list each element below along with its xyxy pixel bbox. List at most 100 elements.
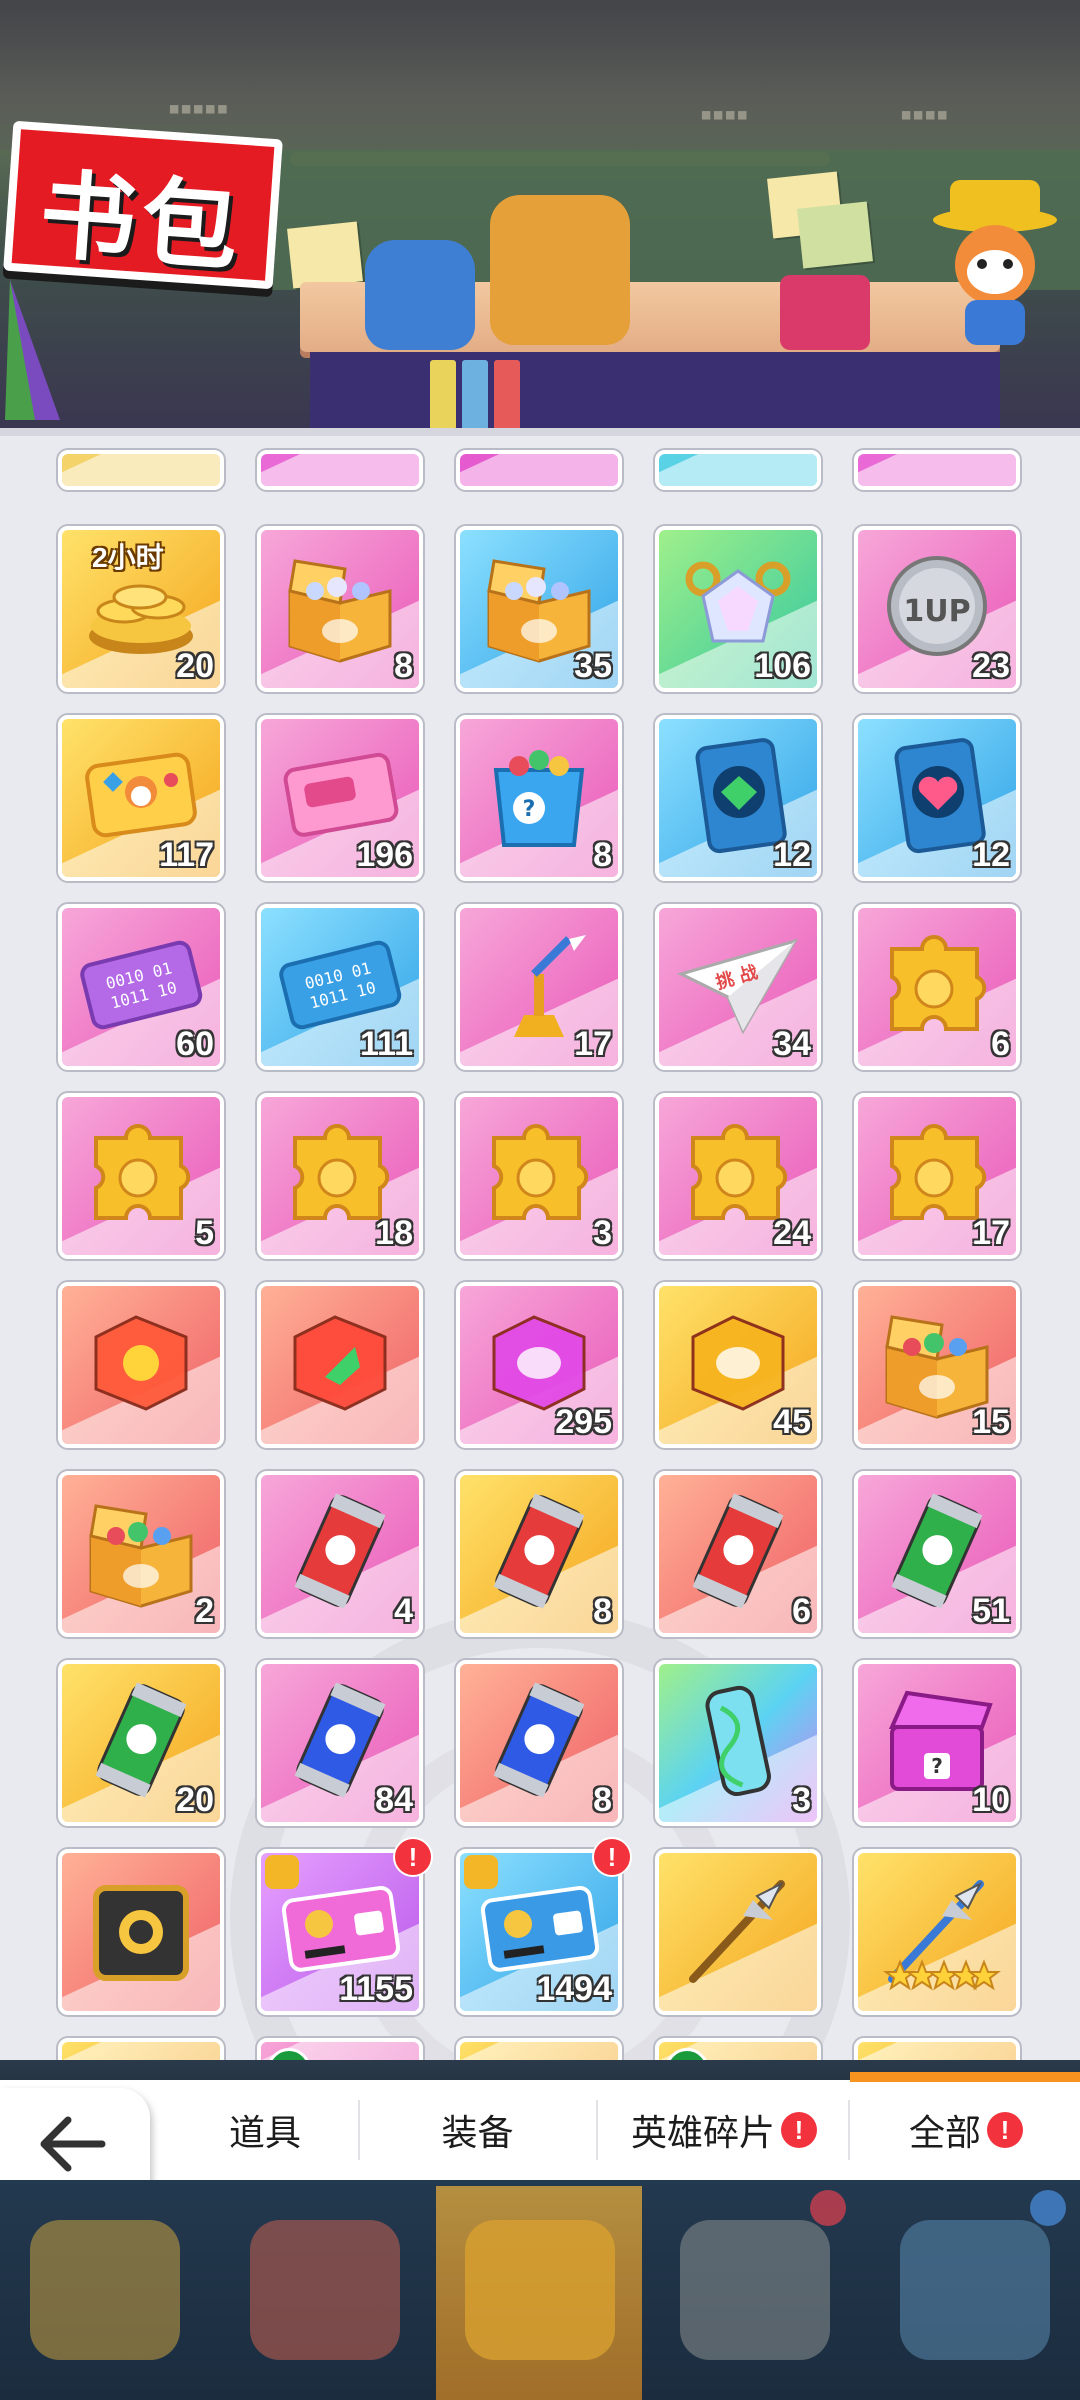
tab-equipment[interactable]: 装备 [365, 2080, 590, 2180]
inventory-slot[interactable]: 2 [58, 1471, 224, 1637]
inventory-slot[interactable]: 0010 01 1011 10 111 [257, 904, 423, 1070]
inventory-slot[interactable]: 196 [257, 715, 423, 881]
nav-item-2[interactable] [250, 2220, 400, 2360]
inventory-slot-partial[interactable] [257, 450, 423, 490]
inventory-slot[interactable]: 3 [655, 1660, 821, 1826]
inventory-slot[interactable]: 6 [655, 1471, 821, 1637]
alert-badge-icon: ! [781, 2112, 817, 2148]
sticky-note [797, 201, 873, 269]
inventory-slot[interactable]: 17 [456, 904, 622, 1070]
inventory-slot[interactable]: 15 [854, 1282, 1020, 1448]
nav-notification-dot [810, 2190, 846, 2226]
inventory-slot[interactable]: ? 8 [456, 715, 622, 881]
inventory-slot[interactable]: 12 [854, 715, 1020, 881]
inventory-slot[interactable]: ! 1494 [456, 1837, 632, 2015]
item-count: 117 [159, 836, 214, 874]
inventory-slot[interactable]: 106 [655, 526, 821, 692]
duration-tag: 2小时 [92, 542, 164, 573]
inventory-slot[interactable]: 117 [58, 715, 224, 881]
inventory-slot-partial[interactable] [456, 450, 622, 490]
nav-item-bag[interactable] [465, 2220, 615, 2360]
puzzle-piece-icon [872, 919, 1002, 1049]
inventory-slot[interactable]: 24 [655, 1093, 821, 1259]
player-name-blurred: ▪▪▪▪▪ [168, 90, 229, 128]
tab-label: 道具 [228, 2112, 301, 2153]
inventory-slot-partial[interactable] [854, 2038, 1020, 2060]
inventory-panel[interactable]: 2小时 20 8 35 106 1UP 23 117 196 ? 8 12 12… [0, 428, 1080, 2060]
inventory-slot[interactable]: 8 [456, 1471, 622, 1637]
back-arrow-icon [40, 2116, 106, 2172]
page-title: 书包 [36, 158, 248, 285]
item-count: 23 [972, 647, 1010, 685]
inventory-slot[interactable] [58, 1282, 224, 1448]
pink-book-icon [780, 275, 870, 350]
svg-text:1UP: 1UP [903, 594, 970, 629]
inventory-slot[interactable]: 8 [257, 526, 423, 692]
inventory-slot-partial[interactable] [655, 2038, 821, 2060]
inventory-slot[interactable]: 0010 01 1011 10 60 [58, 904, 224, 1070]
item-count: 24 [773, 1214, 811, 1252]
tab-divider [848, 2100, 850, 2160]
inventory-slot[interactable]: 18 [257, 1093, 423, 1259]
inventory-slot-partial[interactable] [854, 450, 1020, 490]
inventory-slot[interactable]: ? 10 [854, 1660, 1020, 1826]
inventory-slot-partial[interactable] [58, 2038, 224, 2060]
puzzle-piece-icon [76, 1108, 206, 1238]
gem-box-icon [275, 541, 405, 671]
inventory-slot[interactable]: 5 [58, 1093, 224, 1259]
inventory-slot[interactable]: 35 [456, 526, 622, 692]
panel-edge [0, 428, 1080, 436]
book [430, 360, 456, 430]
puzzle-piece-icon [474, 1108, 604, 1238]
inventory-slot[interactable]: 17 [854, 1093, 1020, 1259]
inventory-slot-partial[interactable] [456, 2038, 622, 2060]
item-count: 4 [394, 1592, 413, 1630]
nav-item-5[interactable] [900, 2220, 1050, 2360]
inventory-slot-partial[interactable] [655, 450, 821, 490]
inventory-slot[interactable]: 3 [456, 1093, 622, 1259]
inventory-slot-partial[interactable] [257, 2038, 423, 2060]
inventory-slot[interactable] [257, 1282, 423, 1448]
dna-capsule-icon [673, 1675, 803, 1805]
shard-puzzle-icon [265, 1855, 299, 1889]
item-count: 5 [195, 1214, 214, 1252]
inventory-slot[interactable] [854, 1849, 1020, 2015]
inventory-slot[interactable]: 12 [655, 715, 821, 881]
inventory-slot[interactable]: 2小时 20 [58, 526, 224, 692]
item-count: 51 [972, 1592, 1010, 1630]
star-spear-icon [872, 1864, 1002, 1994]
item-count: 20 [176, 1781, 214, 1819]
blue-can-icon [474, 1675, 604, 1805]
inventory-slot[interactable] [58, 1849, 224, 2015]
inventory-slot[interactable]: ! 1155 [257, 1837, 433, 2015]
inventory-slot-partial[interactable] [58, 450, 224, 490]
bookshelf [310, 352, 1000, 430]
item-count: 1155 [339, 1970, 413, 2008]
inventory-slot[interactable]: 6 [854, 904, 1020, 1070]
tab-label: 装备 [441, 2112, 514, 2153]
black-gold-box-icon [76, 1864, 206, 1994]
tab-label: 英雄碎片 [630, 2112, 775, 2153]
inventory-slot[interactable]: 51 [854, 1471, 1020, 1637]
nav-item-4[interactable] [680, 2220, 830, 2360]
tab-items[interactable]: 道具 [180, 2080, 350, 2180]
inventory-slot[interactable]: 84 [257, 1660, 423, 1826]
spear-weapon-icon [673, 1864, 803, 1994]
inventory-slot[interactable]: 45 [655, 1282, 821, 1448]
item-count: 45 [773, 1403, 811, 1441]
nav-item-1[interactable] [30, 2220, 180, 2360]
inventory-slot[interactable]: 1UP 23 [854, 526, 1020, 692]
gem-currency-blurred: ▪▪▪▪ [900, 96, 949, 134]
inventory-slot[interactable]: 挑 战 34 [655, 904, 821, 1070]
item-count: 2 [195, 1592, 214, 1630]
tab-hero-shards[interactable]: 英雄碎片 ! [600, 2080, 848, 2180]
tab-all[interactable]: 全部 ! [852, 2080, 1080, 2180]
inventory-slot[interactable]: 4 [257, 1471, 423, 1637]
book [462, 360, 488, 430]
inventory-slot[interactable] [655, 1849, 821, 2015]
inventory-slot[interactable]: 295 [456, 1282, 622, 1448]
item-count: 20 [176, 647, 214, 685]
red-can-icon [474, 1486, 604, 1616]
inventory-slot[interactable]: 20 [58, 1660, 224, 1826]
inventory-slot[interactable]: 8 [456, 1660, 622, 1826]
